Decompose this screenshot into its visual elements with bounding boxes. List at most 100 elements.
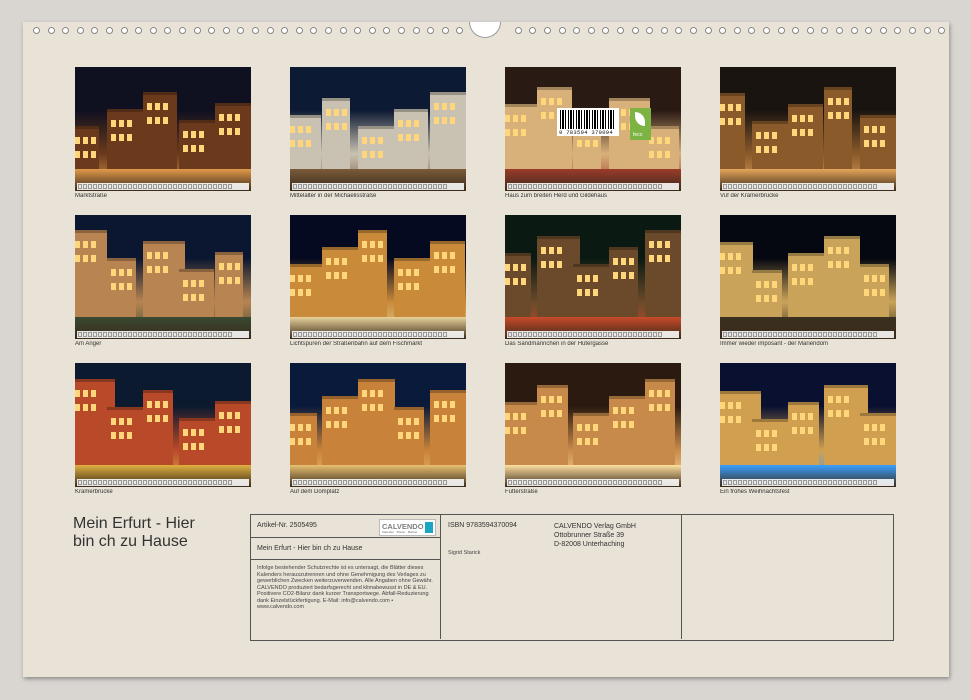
window-light xyxy=(828,261,833,268)
window-light xyxy=(585,438,590,445)
day-cell xyxy=(853,332,857,337)
photo-caption: Ein frohes Weihnachtsfest xyxy=(720,489,790,495)
day-cell xyxy=(803,184,807,189)
window-light xyxy=(844,247,849,254)
day-cell xyxy=(593,332,597,337)
day-cell xyxy=(378,184,382,189)
day-cell xyxy=(533,332,537,337)
day-cell xyxy=(383,480,387,485)
feco-label: feco xyxy=(633,132,643,138)
day-cell xyxy=(598,332,602,337)
day-cell xyxy=(743,480,747,485)
window-light xyxy=(513,129,518,136)
window-light xyxy=(728,267,733,274)
day-cell xyxy=(213,480,217,485)
day-cell xyxy=(618,480,622,485)
window-light xyxy=(577,438,582,445)
window-light xyxy=(111,432,116,439)
window-light xyxy=(199,280,204,287)
barcode-number: 9 783594 370094 xyxy=(559,129,614,136)
window-light xyxy=(808,413,813,420)
divider xyxy=(251,537,440,538)
window-light xyxy=(434,415,439,422)
day-cell xyxy=(203,332,207,337)
day-cell xyxy=(78,480,82,485)
window-light xyxy=(756,146,761,153)
window-light xyxy=(83,241,88,248)
window-light xyxy=(111,269,116,276)
window-light xyxy=(665,241,670,248)
day-cell xyxy=(778,332,782,337)
day-cell xyxy=(113,480,117,485)
day-cell xyxy=(418,480,422,485)
day-cell xyxy=(298,480,302,485)
day-cell xyxy=(158,184,162,189)
binding-ring xyxy=(252,27,259,34)
binding-ring xyxy=(237,27,245,34)
window-light xyxy=(362,137,367,144)
binding-ring xyxy=(412,27,420,34)
day-cell xyxy=(188,332,192,337)
window-light xyxy=(557,261,562,268)
binding-ring xyxy=(646,27,654,34)
day-cell xyxy=(793,184,797,189)
window-light xyxy=(505,115,510,122)
window-light xyxy=(521,427,526,434)
window-light xyxy=(728,402,733,409)
window-light xyxy=(736,118,741,125)
window-light xyxy=(836,261,841,268)
binding-ring xyxy=(763,27,770,34)
window-light xyxy=(362,255,367,262)
month-day-strip xyxy=(292,331,464,338)
info-column-middle: ISBN 9783594370094 Sigrid Starick CALVEN… xyxy=(440,515,682,639)
day-cell xyxy=(293,184,297,189)
binding-ring xyxy=(602,27,610,34)
window-light xyxy=(792,129,797,136)
day-cell xyxy=(513,480,517,485)
window-light xyxy=(370,255,375,262)
day-cell xyxy=(348,480,352,485)
binding-ring xyxy=(660,27,668,34)
binding-ring xyxy=(909,27,916,34)
day-cell xyxy=(158,332,162,337)
photo-image xyxy=(505,363,681,487)
window-light xyxy=(83,255,88,262)
window-light xyxy=(800,427,805,434)
day-cell xyxy=(203,480,207,485)
day-cell xyxy=(588,184,592,189)
building-shape xyxy=(358,230,387,317)
window-light xyxy=(91,151,96,158)
day-cell xyxy=(568,332,572,337)
window-light xyxy=(163,252,168,259)
month-day-strip xyxy=(77,183,249,190)
window-light xyxy=(593,438,598,445)
day-cell xyxy=(123,480,127,485)
day-cell xyxy=(308,184,312,189)
building-shape xyxy=(322,98,350,169)
day-cell xyxy=(113,184,117,189)
day-cell xyxy=(613,184,617,189)
building-shape xyxy=(430,390,466,465)
day-cell xyxy=(163,332,167,337)
day-cell xyxy=(748,480,752,485)
window-light xyxy=(549,410,554,417)
day-cell xyxy=(773,184,777,189)
day-cell xyxy=(443,184,447,189)
day-cell xyxy=(858,332,862,337)
building-shape xyxy=(505,402,539,465)
day-cell xyxy=(733,480,737,485)
window-light xyxy=(183,443,188,450)
day-cell xyxy=(308,480,312,485)
day-cell xyxy=(208,184,212,189)
window-light xyxy=(772,146,777,153)
day-cell xyxy=(653,480,657,485)
day-cell xyxy=(723,332,727,337)
window-light xyxy=(629,272,634,279)
window-light xyxy=(557,410,562,417)
window-light xyxy=(298,275,303,282)
window-light xyxy=(513,427,518,434)
day-cell xyxy=(118,184,122,189)
window-light xyxy=(521,129,526,136)
day-cell xyxy=(113,332,117,337)
window-light xyxy=(828,112,833,119)
